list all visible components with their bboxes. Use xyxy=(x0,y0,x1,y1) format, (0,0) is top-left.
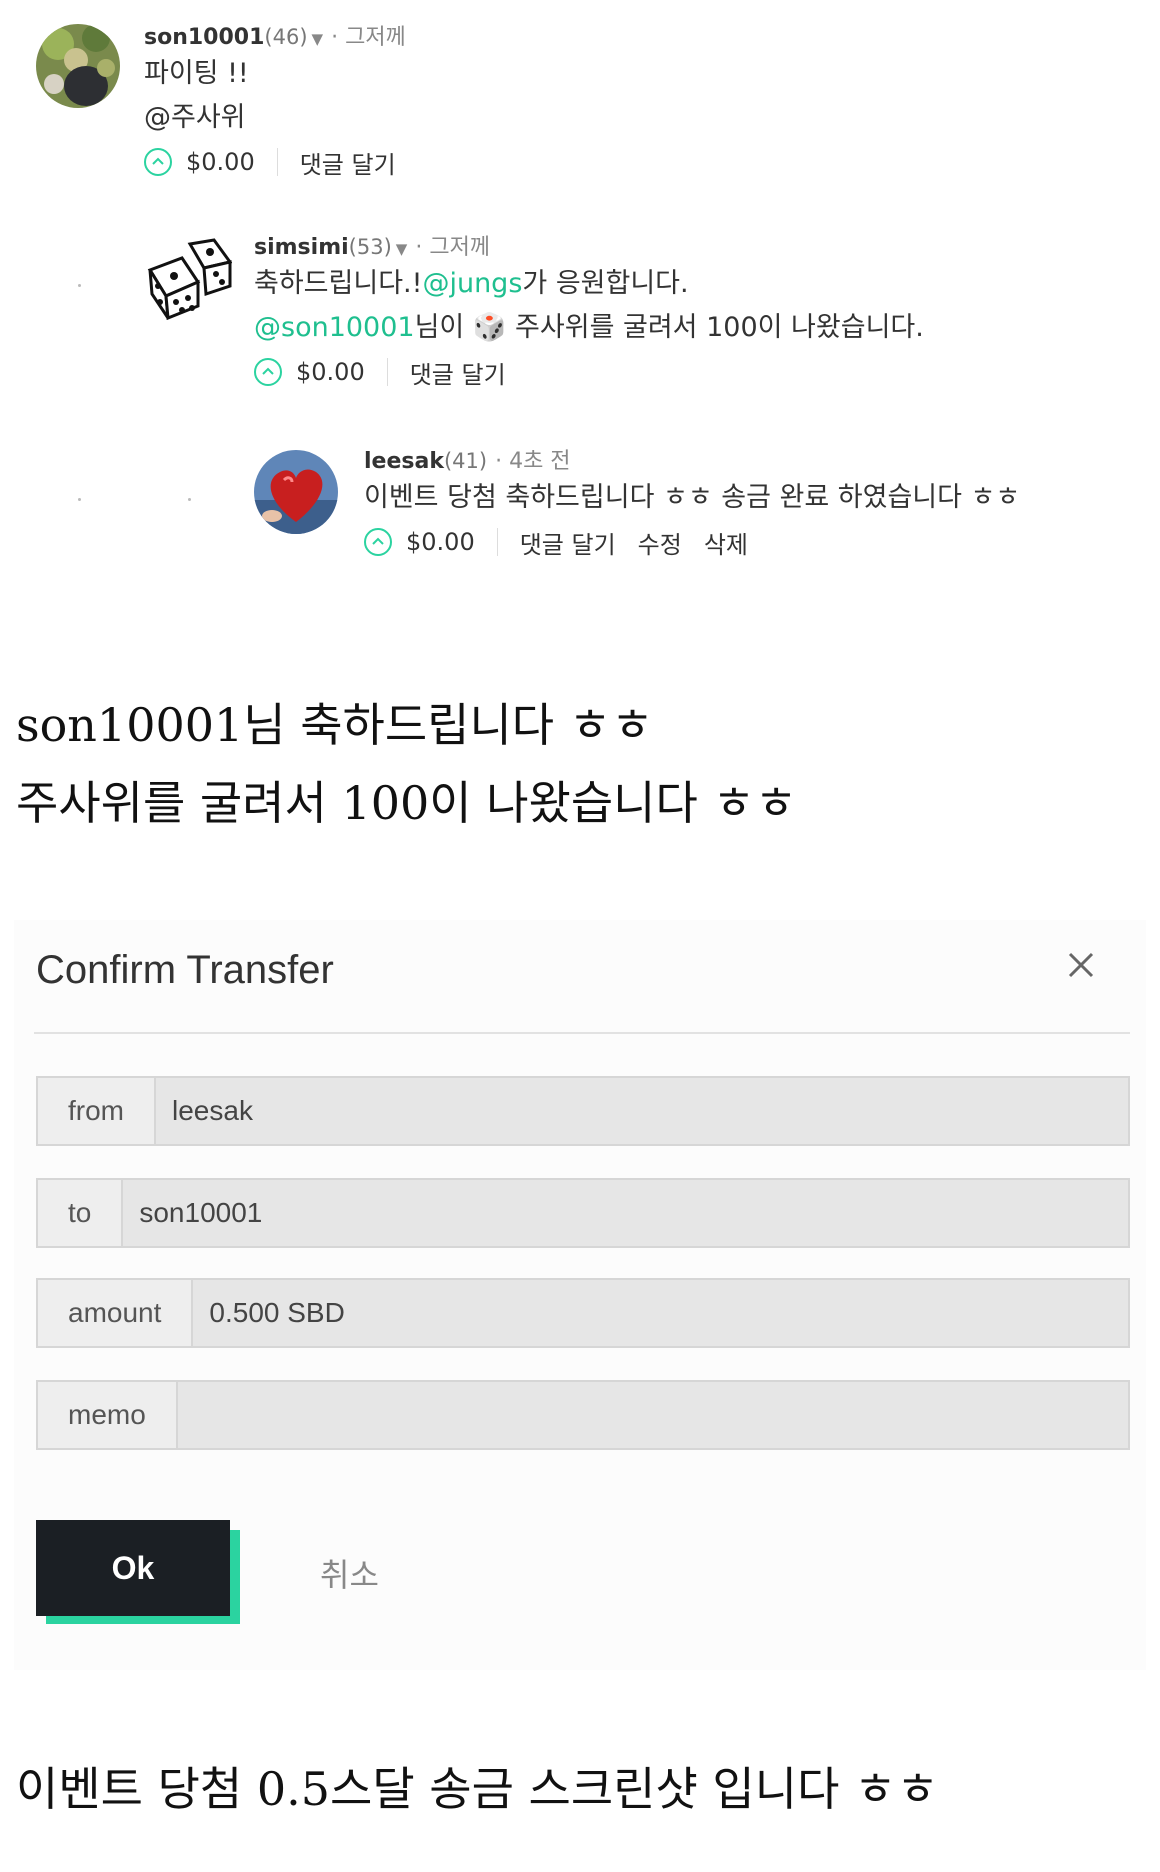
upvote-icon[interactable] xyxy=(144,148,172,176)
timestamp-text: 4초 전 xyxy=(509,449,571,474)
ok-button[interactable]: Ok xyxy=(36,1520,230,1616)
to-input[interactable]: son10001 xyxy=(123,1180,1128,1246)
payout-value[interactable]: $0.00 xyxy=(186,148,278,176)
comment-footer: $0.00 댓글 달기 xyxy=(144,140,418,184)
author-reputation: (53) xyxy=(348,235,392,259)
comment-header: son10001(46) ▼ · 그저께 xyxy=(144,22,418,52)
caption-line: son10001님 축하드립니다 ㅎㅎ xyxy=(16,698,654,752)
confirm-transfer-dialog: Confirm Transfer from leesak to son10001… xyxy=(14,920,1146,1670)
payout-value[interactable]: $0.00 xyxy=(406,528,498,556)
avatar-son10001[interactable] xyxy=(36,24,120,108)
comment-footer: $0.00 댓글 달기 수정 삭제 xyxy=(364,520,1020,564)
amount-input[interactable]: 0.500 SBD xyxy=(193,1280,1128,1346)
comment-text-line: @son10001님이 🎲 주사위를 굴려서 100이 나왔습니다. xyxy=(254,306,924,350)
text-segment: 가 응원합니다. xyxy=(522,268,689,299)
comment-footer: $0.00 댓글 달기 xyxy=(254,350,924,394)
reply-link[interactable]: 댓글 달기 xyxy=(520,525,616,560)
caption-line: 주사위를 굴려서 100이 나왔습니다 ㅎㅎ xyxy=(16,776,798,830)
from-input[interactable]: leesak xyxy=(156,1078,1128,1144)
author-reputation: (46) xyxy=(264,25,308,49)
text-segment: 축하드립니다.! xyxy=(254,268,423,299)
heart-avatar-image xyxy=(254,450,338,534)
upvote-icon[interactable] xyxy=(254,358,282,386)
ok-button-wrap: Ok xyxy=(36,1520,240,1624)
memo-label: memo xyxy=(38,1382,178,1448)
author-name[interactable]: simsimi xyxy=(254,235,349,260)
thread-indent-dot xyxy=(188,498,191,501)
upvote-icon[interactable] xyxy=(364,528,392,556)
comment-text-line: 축하드립니다.!@jungs가 응원합니다. xyxy=(254,262,924,306)
chevron-down-icon[interactable]: ▼ xyxy=(312,30,324,48)
amount-label: amount xyxy=(38,1280,194,1346)
dice-icon xyxy=(147,238,233,321)
close-button[interactable] xyxy=(1056,940,1106,990)
edit-link[interactable]: 수정 xyxy=(638,525,682,560)
timestamp-text: 그저께 xyxy=(345,25,406,50)
delete-link[interactable]: 삭제 xyxy=(704,525,748,560)
dialog-title: Confirm Transfer xyxy=(36,948,334,992)
author-name[interactable]: leesak xyxy=(364,449,444,474)
timestamp-text: 그저께 xyxy=(429,235,491,260)
memo-input[interactable] xyxy=(177,1382,1128,1448)
to-label: to xyxy=(38,1180,124,1246)
author-reputation: (41) xyxy=(443,449,488,473)
close-icon xyxy=(1068,952,1094,978)
timestamp: · 그저께 xyxy=(331,25,406,50)
comment-header: simsimi(53) ▼ · 그저께 xyxy=(254,232,924,262)
from-label: from xyxy=(38,1078,156,1144)
timestamp: · 그저께 xyxy=(415,235,491,260)
comment-header: leesak(41) · 4초 전 xyxy=(364,446,1020,476)
cancel-button[interactable]: 취소 xyxy=(320,1550,379,1596)
comment-text-line: @주사위 xyxy=(144,102,246,133)
comment-body: son10001(46) ▼ · 그저께 파이팅 !! @주사위 $0.00 댓글 … xyxy=(144,22,418,184)
comment-body: leesak(41) · 4초 전 이벤트 당첨 축하드립니다 ㅎㅎ 송금 완료 … xyxy=(364,446,1020,564)
text-segment: 님이 🎲 주사위를 굴려서 100이 나왔습니다. xyxy=(414,312,924,343)
mention-link[interactable]: @son10001 xyxy=(254,312,415,343)
timestamp: · 4초 전 xyxy=(495,449,571,474)
comment-body: simsimi(53) ▼ · 그저께 축하드립니다.!@jungs가 응원합니다.… xyxy=(254,232,924,394)
avatar-simsimi[interactable] xyxy=(144,236,233,321)
chevron-down-icon[interactable]: ▼ xyxy=(396,240,408,258)
reply-link[interactable]: 댓글 달기 xyxy=(300,145,396,180)
mention-link[interactable]: @jungs xyxy=(422,268,522,299)
memo-field-row: memo xyxy=(36,1380,1130,1450)
comment-text-line: 이벤트 당첨 축하드립니다 ㅎㅎ 송금 완료 하였습니다 ㅎㅎ xyxy=(364,482,1021,513)
from-field-row: from leesak xyxy=(36,1076,1130,1146)
avatar-image xyxy=(36,24,120,108)
caption-line: 이벤트 당첨 0.5스달 송금 스크린샷 입니다 ㅎㅎ xyxy=(16,1762,939,1816)
dialog-divider xyxy=(34,1032,1130,1034)
avatar-leesak[interactable] xyxy=(254,450,338,534)
amount-field-row: amount 0.500 SBD xyxy=(36,1278,1130,1348)
payout-value[interactable]: $0.00 xyxy=(296,358,388,386)
thread-indent-dot xyxy=(78,498,81,501)
author-name[interactable]: son10001 xyxy=(144,25,264,50)
comment-text-line: 파이팅 !! xyxy=(144,58,249,89)
thread-indent-dot xyxy=(78,284,81,287)
reply-link[interactable]: 댓글 달기 xyxy=(410,355,506,390)
to-field-row: to son10001 xyxy=(36,1178,1130,1248)
